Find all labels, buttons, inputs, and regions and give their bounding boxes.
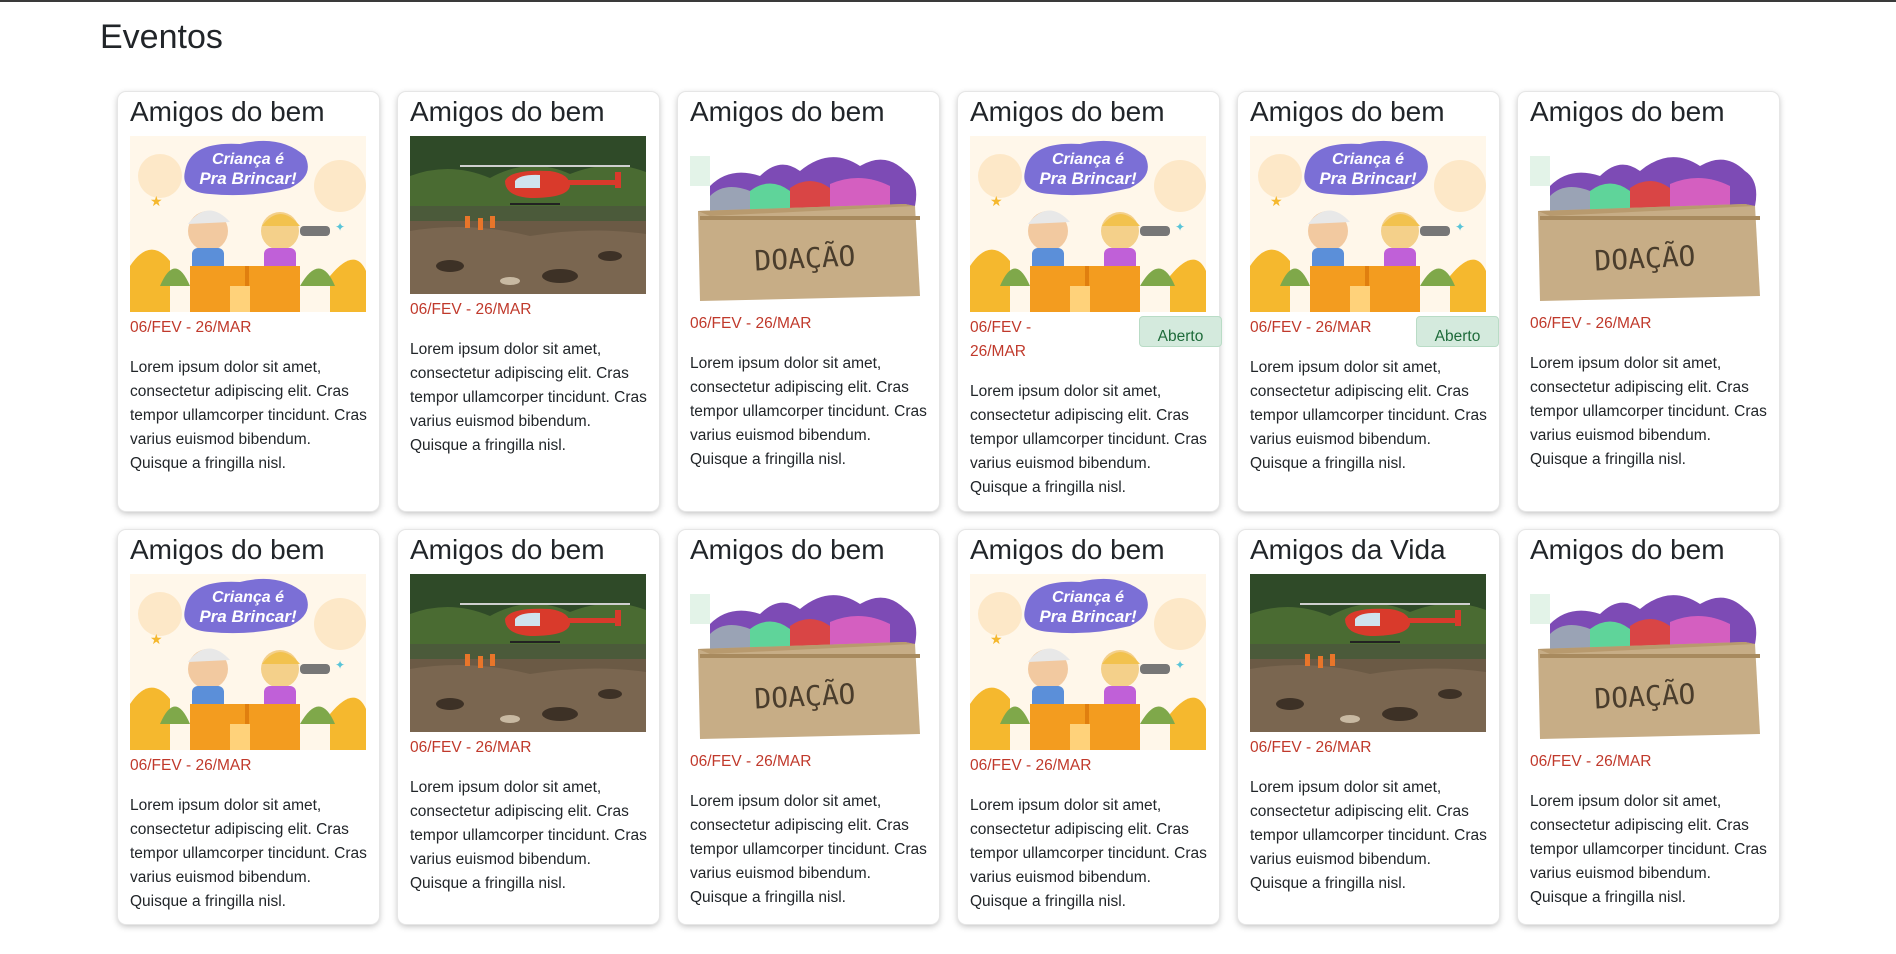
event-date: 06/FEV - 26/MAR <box>690 315 812 332</box>
svg-text:Pra Brincar!: Pra Brincar! <box>199 607 297 626</box>
status-badge: Aberto <box>1139 316 1222 347</box>
svg-text:✦: ✦ <box>335 658 345 672</box>
event-date: 06/FEV - 26/MAR <box>410 739 532 756</box>
event-description: Lorem ipsum dolor sit amet, consectetur … <box>970 383 1207 496</box>
event-card[interactable]: Amigos do bem DOAÇÃO 06/FEV - 26/MAR Lor… <box>1518 530 1779 924</box>
svg-text:Criança é: Criança é <box>1332 151 1404 168</box>
event-description: Lorem ipsum dolor sit amet, consectetur … <box>1250 779 1487 892</box>
rescue-helicopter-image <box>410 574 646 732</box>
page-title: Eventos <box>100 18 223 56</box>
event-card[interactable]: Amigos do bem DOAÇÃO 06/FEV - 26/MAR Lor… <box>678 92 939 511</box>
event-card[interactable]: Amigos da Vida 06/FEV - 26/MAR Lorem ips… <box>1238 530 1499 924</box>
event-card[interactable]: Amigos do bem Criança é Pra Brincar! ★ ✦… <box>1238 92 1499 511</box>
svg-text:★: ★ <box>990 631 1003 647</box>
event-title: Amigos do bem <box>1530 96 1725 127</box>
event-description: Lorem ipsum dolor sit amet, consectetur … <box>690 793 927 906</box>
event-card[interactable]: Amigos do bem 06/FEV - 26/MAR Lorem ipsu… <box>398 92 659 511</box>
svg-text:DOAÇÃO: DOAÇÃO <box>753 239 856 277</box>
rescue-helicopter-image <box>410 136 646 294</box>
event-title: Amigos do bem <box>690 534 885 565</box>
kids-banner-image: Criança é Pra Brincar! ★ ✦ <box>970 574 1206 750</box>
event-date: 06/FEV - 26/MAR <box>130 757 252 774</box>
event-card[interactable]: Amigos do bem Criança é Pra Brincar! ★ ✦… <box>118 530 379 924</box>
svg-text:Pra Brincar!: Pra Brincar! <box>1039 607 1137 626</box>
event-date: 06/FEV - 26/MAR <box>130 319 252 336</box>
event-card[interactable]: Amigos do bem 06/FEV - 26/MAR Lorem ipsu… <box>398 530 659 924</box>
event-card[interactable]: Amigos do bem Criança é Pra Brincar! ★ ✦… <box>958 530 1219 924</box>
event-title: Amigos do bem <box>130 96 325 127</box>
svg-text:✦: ✦ <box>1455 220 1465 234</box>
event-card[interactable]: Amigos do bem DOAÇÃO 06/FEV - 26/MAR Lor… <box>1518 92 1779 511</box>
donation-box-image: DOAÇÃO <box>1530 574 1766 746</box>
svg-text:★: ★ <box>150 631 163 647</box>
events-grid: Amigos do bem Criança é Pra Brincar! ★ ✦… <box>118 92 1779 924</box>
event-title: Amigos do bem <box>970 534 1165 565</box>
kids-banner-image: Criança é Pra Brincar! ★ ✦ <box>1250 136 1486 312</box>
event-date: 06/FEV - 26/MAR <box>690 753 812 770</box>
svg-text:✦: ✦ <box>335 220 345 234</box>
donation-box-image: DOAÇÃO <box>1530 136 1766 308</box>
event-description: Lorem ipsum dolor sit amet, consectetur … <box>1530 355 1767 468</box>
svg-text:Criança é: Criança é <box>212 589 284 606</box>
svg-text:Pra Brincar!: Pra Brincar! <box>199 169 297 188</box>
kids-banner-image: Criança é Pra Brincar! ★ ✦ <box>970 136 1206 312</box>
event-date: 06/FEV - 26/MAR <box>970 757 1092 774</box>
event-description: Lorem ipsum dolor sit amet, consectetur … <box>1250 359 1487 472</box>
event-title: Amigos do bem <box>1250 96 1445 127</box>
event-description: Lorem ipsum dolor sit amet, consectetur … <box>690 355 927 468</box>
event-date: 06/FEV - 26/MAR <box>1250 739 1372 756</box>
event-description: Lorem ipsum dolor sit amet, consectetur … <box>1530 793 1767 906</box>
event-card[interactable]: Amigos do bem Criança é Pra Brincar! ★ ✦… <box>958 92 1222 511</box>
event-title: Amigos do bem <box>130 534 325 565</box>
event-description: Lorem ipsum dolor sit amet, consectetur … <box>410 341 647 454</box>
svg-text:Criança é: Criança é <box>1052 151 1124 168</box>
event-date: 06/FEV - 26/MAR <box>410 301 532 318</box>
svg-text:★: ★ <box>1270 193 1283 209</box>
svg-text:✦: ✦ <box>1175 658 1185 672</box>
svg-text:Pra Brincar!: Pra Brincar! <box>1039 169 1137 188</box>
event-description: Lorem ipsum dolor sit amet, consectetur … <box>410 779 647 892</box>
event-date: 06/FEV - 26/MAR <box>970 319 1032 360</box>
svg-text:Criança é: Criança é <box>1052 589 1124 606</box>
event-description: Lorem ipsum dolor sit amet, consectetur … <box>130 797 367 910</box>
svg-text:Criança é: Criança é <box>212 151 284 168</box>
svg-text:DOAÇÃO: DOAÇÃO <box>753 677 856 715</box>
svg-text:★: ★ <box>150 193 163 209</box>
kids-banner-image: Criança é Pra Brincar! ★ ✦ <box>130 574 366 750</box>
rescue-helicopter-image <box>1250 574 1486 732</box>
svg-text:✦: ✦ <box>1175 220 1185 234</box>
svg-text:Pra Brincar!: Pra Brincar! <box>1319 169 1417 188</box>
event-title: Amigos do bem <box>410 96 605 127</box>
kids-banner-image: Criança é Pra Brincar! ★ ✦ <box>130 136 366 312</box>
donation-box-image: DOAÇÃO <box>690 136 926 308</box>
event-title: Amigos da Vida <box>1250 534 1446 565</box>
top-border <box>0 0 1896 2</box>
event-description: Lorem ipsum dolor sit amet, consectetur … <box>970 797 1207 910</box>
svg-text:DOAÇÃO: DOAÇÃO <box>1593 677 1696 715</box>
svg-text:DOAÇÃO: DOAÇÃO <box>1593 239 1696 277</box>
event-card[interactable]: Amigos do bem Criança é Pra Brincar! ★ ✦… <box>118 92 379 511</box>
event-title: Amigos do bem <box>1530 534 1725 565</box>
event-date: 06/FEV - 26/MAR <box>1530 753 1652 770</box>
status-badge: Aberto <box>1416 316 1499 347</box>
event-description: Lorem ipsum dolor sit amet, consectetur … <box>130 359 367 472</box>
donation-box-image: DOAÇÃO <box>690 574 926 746</box>
event-date: 06/FEV - 26/MAR <box>1530 315 1652 332</box>
event-title: Amigos do bem <box>970 96 1165 127</box>
event-title: Amigos do bem <box>410 534 605 565</box>
svg-text:★: ★ <box>990 193 1003 209</box>
event-title: Amigos do bem <box>690 96 885 127</box>
event-card[interactable]: Amigos do bem DOAÇÃO 06/FEV - 26/MAR Lor… <box>678 530 939 924</box>
